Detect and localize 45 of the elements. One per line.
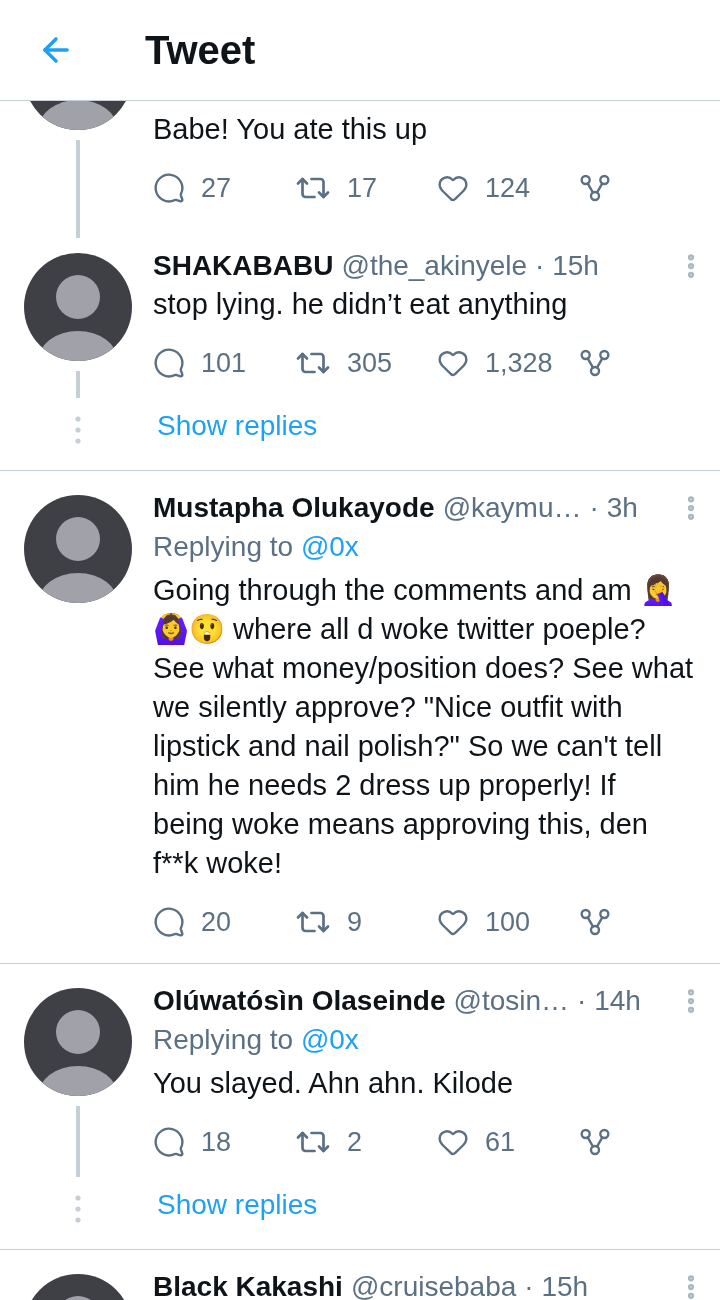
share-icon[interactable] bbox=[579, 172, 611, 204]
reply-count: 27 bbox=[201, 171, 232, 205]
tweet[interactable]: Black Kakashi @cruisebaba · 15h bbox=[0, 1250, 720, 1300]
tweet-text: You slayed. Ahn ahn. Kilode bbox=[153, 1066, 515, 1101]
tweet-time: · 15h bbox=[524, 1270, 589, 1300]
replying-label: Replying to bbox=[153, 531, 294, 562]
author-name[interactable]: Mustapha Olukayode bbox=[153, 488, 435, 527]
share-icon[interactable] bbox=[579, 347, 611, 379]
reply-icon[interactable] bbox=[153, 172, 185, 204]
retweet-count: 9 bbox=[347, 905, 363, 939]
author-name[interactable]: Black Kakashi bbox=[153, 1267, 343, 1300]
author-handle[interactable]: @cruisebaba bbox=[350, 1267, 517, 1300]
tweet-text: stop lying. he didn’t eat anything bbox=[153, 287, 569, 322]
reply-count: 20 bbox=[201, 905, 232, 939]
tweet-text: Babe! You ate this up bbox=[153, 112, 429, 147]
author-name[interactable]: Olúwatósìn Olaseinde bbox=[153, 981, 446, 1020]
reply-icon[interactable] bbox=[153, 347, 185, 379]
tweet-text: Going through the comments and am 🤦‍♀🙆‍♀😲 where all d woke twitter poeple? See what money/position does? See what we silently approve? "Nice outfit with lipstick and nail polish?" So we can't tell him he needs 2 dress up properly! If being woke means approving this, den f**k woke! bbox=[153, 573, 694, 881]
reply-count: 18 bbox=[201, 1125, 232, 1159]
tweet[interactable]: SHAKABABU @the_akinyele · 15h stop lying. he didn’t eat anything 101 305 1,328 Show replies bbox=[0, 239, 720, 471]
retweet-count: 17 bbox=[347, 171, 378, 205]
share-icon[interactable] bbox=[579, 1126, 611, 1158]
author-handle[interactable]: @tosin… bbox=[453, 981, 570, 1020]
tweet[interactable]: Olúwatósìn Olaseinde @tosin… · 14h Replying to @0x You slayed. Ahn ahn. Kilode 18 2 61 Show replies bbox=[0, 964, 720, 1250]
like-count: 100 bbox=[485, 905, 531, 939]
reply-icon[interactable] bbox=[153, 906, 185, 938]
reply-count: 101 bbox=[201, 346, 247, 380]
replying-label: Replying to bbox=[153, 1024, 294, 1055]
thread-dots-icon bbox=[75, 416, 81, 444]
tweet-time: · 3h bbox=[589, 491, 638, 525]
author-handle[interactable]: @the_akinyele bbox=[341, 246, 528, 285]
page-title: Tweet bbox=[145, 27, 256, 74]
tweet-time: · 14h bbox=[577, 984, 641, 1018]
tweet[interactable]: Babe! You ate this up 27 17 124 bbox=[0, 101, 720, 239]
share-icon[interactable] bbox=[579, 906, 611, 938]
retweet-count: 2 bbox=[347, 1125, 363, 1159]
retweet-count: 305 bbox=[347, 346, 393, 380]
author-handle[interactable]: @kaymu… bbox=[442, 488, 582, 527]
reply-icon[interactable] bbox=[153, 1126, 185, 1158]
like-count: 1,328 bbox=[485, 346, 553, 380]
thread-dots-icon bbox=[75, 1195, 81, 1223]
like-count: 124 bbox=[485, 171, 531, 205]
author-name[interactable]: SHAKABABU bbox=[153, 246, 334, 285]
like-count: 61 bbox=[485, 1125, 516, 1159]
tweet-time: · 15h bbox=[535, 249, 599, 283]
